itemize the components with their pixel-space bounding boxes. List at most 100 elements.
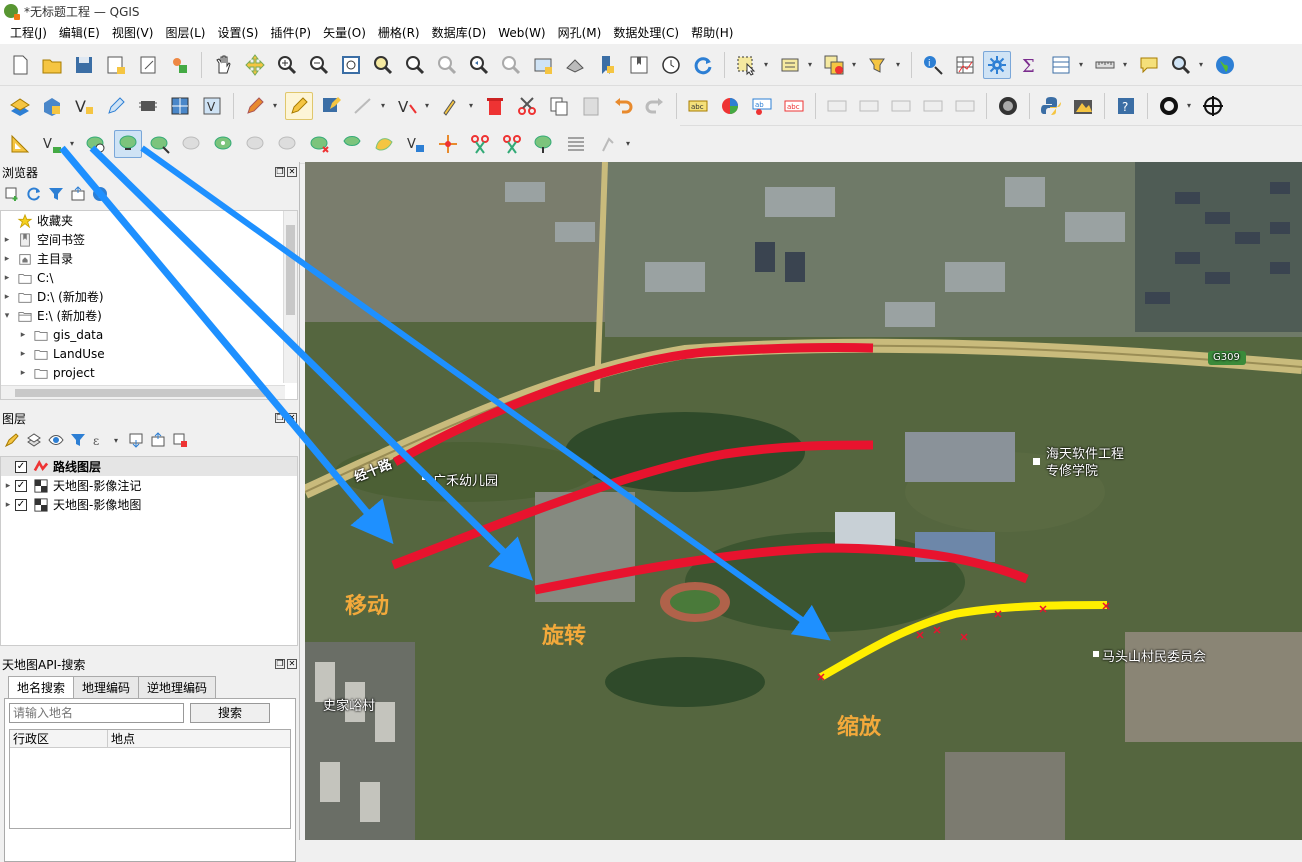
attribute-table-icon[interactable] xyxy=(951,51,979,79)
virtual-layer-icon[interactable]: V xyxy=(198,92,226,120)
fill-ring-icon[interactable] xyxy=(274,130,302,158)
float-icon[interactable]: ❐ xyxy=(275,413,285,423)
filter-icon[interactable] xyxy=(48,186,64,202)
add-line-icon[interactable] xyxy=(349,92,377,120)
open-project-icon[interactable] xyxy=(38,51,66,79)
pan-hand-icon[interactable] xyxy=(209,51,237,79)
close-icon[interactable]: ✕ xyxy=(287,413,297,423)
pan-to-selection-icon[interactable] xyxy=(241,51,269,79)
layer-item-imagery[interactable]: ▸ ✓ 天地图-影像地图 xyxy=(1,495,297,514)
python-console-icon[interactable] xyxy=(1037,92,1065,120)
new-shapefile-icon[interactable]: V xyxy=(70,92,98,120)
zoom-next-icon[interactable] xyxy=(497,51,525,79)
rotate-point-symbols-icon[interactable] xyxy=(594,130,622,158)
menu-raster[interactable]: 栅格(R) xyxy=(372,22,426,44)
menu-processing[interactable]: 数据处理(C) xyxy=(607,22,685,44)
label-toolbar-icon[interactable]: abc xyxy=(684,92,712,120)
globe-icon[interactable] xyxy=(1211,51,1239,79)
tab-reverse-geocode[interactable]: 逆地理编码 xyxy=(138,676,217,698)
float-icon[interactable]: ❐ xyxy=(275,659,285,669)
refresh-icon[interactable] xyxy=(689,51,717,79)
current-edits-icon[interactable] xyxy=(241,92,269,120)
column-district[interactable]: 行政区 xyxy=(10,730,108,747)
search-button[interactable]: 搜索 xyxy=(190,703,270,723)
digitize-pen-icon[interactable] xyxy=(102,92,130,120)
offset-curve-icon[interactable]: V xyxy=(402,130,430,158)
save-edits-icon[interactable] xyxy=(317,92,345,120)
add-part-icon[interactable] xyxy=(242,130,270,158)
advanced-digitizing-icon[interactable] xyxy=(6,130,34,158)
locator-search-icon[interactable] xyxy=(1167,51,1195,79)
tab-geocode[interactable]: 地理编码 xyxy=(73,676,140,698)
zoom-native-icon[interactable] xyxy=(433,51,461,79)
menu-project[interactable]: 工程(J) xyxy=(4,22,53,44)
add-layer-icon[interactable] xyxy=(4,186,20,202)
menu-mesh[interactable]: 网孔(M) xyxy=(552,22,608,44)
gps-icon[interactable] xyxy=(134,92,162,120)
settings-gear-icon[interactable] xyxy=(983,50,1011,79)
filter-expression-icon[interactable]: ε xyxy=(92,432,108,448)
paste-features-icon[interactable] xyxy=(577,92,605,120)
delete-selected-icon[interactable] xyxy=(481,92,509,120)
split-parts-icon[interactable] xyxy=(498,130,526,158)
highlight-labels-icon[interactable]: abc xyxy=(780,92,808,120)
zoom-layer-icon[interactable] xyxy=(401,51,429,79)
select-location-icon[interactable] xyxy=(864,51,892,79)
new-map-view-icon[interactable] xyxy=(529,51,557,79)
remove-layer-icon[interactable] xyxy=(172,432,188,448)
zoom-in-icon[interactable] xyxy=(273,51,301,79)
tree-item-gis-data[interactable]: ▸ gis_data xyxy=(1,325,297,344)
reverse-line-icon[interactable] xyxy=(434,130,462,158)
open-table-icon[interactable] xyxy=(1047,51,1075,79)
label-props-icon[interactable] xyxy=(951,92,979,120)
zoom-selection-icon[interactable] xyxy=(369,51,397,79)
new-bookmark-icon[interactable] xyxy=(593,51,621,79)
delete-part-icon[interactable] xyxy=(338,130,366,158)
layer-checkbox[interactable]: ✓ xyxy=(15,460,27,473)
vertical-scrollbar[interactable] xyxy=(283,211,297,383)
rotate-feature-icon[interactable] xyxy=(82,130,110,158)
deselect-icon[interactable] xyxy=(820,51,848,79)
zoom-last-icon[interactable] xyxy=(465,51,493,79)
view-3d-icon[interactable] xyxy=(994,92,1022,120)
rotate-label-icon[interactable] xyxy=(887,92,915,120)
map-tips-icon[interactable] xyxy=(1135,51,1163,79)
new-geopackage-icon[interactable] xyxy=(38,92,66,120)
redo-icon[interactable] xyxy=(641,92,669,120)
print-layout-icon[interactable] xyxy=(134,51,162,79)
layer-item-route[interactable]: ✓ 路线图层 xyxy=(1,457,297,476)
plugin-icon[interactable] xyxy=(1069,92,1097,120)
scale-feature-icon[interactable] xyxy=(146,130,174,158)
close-icon[interactable]: ✕ xyxy=(287,167,297,177)
tree-item-drive-e[interactable]: ▾ E:\ (新加卷) xyxy=(1,306,297,325)
modify-attributes-icon[interactable] xyxy=(437,92,465,120)
ring-icon[interactable] xyxy=(1155,92,1183,120)
show-hide-labels-icon[interactable] xyxy=(855,92,883,120)
statistics-sigma-icon[interactable]: Σ xyxy=(1015,51,1043,79)
layer-checkbox[interactable]: ✓ xyxy=(15,498,27,511)
refresh-icon[interactable] xyxy=(26,186,42,202)
help-icon[interactable]: ? xyxy=(1112,92,1140,120)
menu-plugins[interactable]: 插件(P) xyxy=(264,22,317,44)
tree-item-home[interactable]: ▸ 主目录 xyxy=(1,249,297,268)
save-project-icon[interactable] xyxy=(70,51,98,79)
temporal-clock-icon[interactable] xyxy=(657,51,685,79)
tree-item-drive-d[interactable]: ▸ D:\ (新加卷) xyxy=(1,287,297,306)
horizontal-scrollbar[interactable] xyxy=(1,385,285,399)
raster-calc-icon[interactable] xyxy=(166,92,194,120)
change-label-icon[interactable] xyxy=(919,92,947,120)
tab-place-search[interactable]: 地名搜索 xyxy=(8,676,75,698)
collapse-all-icon[interactable] xyxy=(70,186,86,202)
tree-item-project[interactable]: ▸ project xyxy=(1,363,297,382)
save-as-icon[interactable] xyxy=(102,51,130,79)
zoom-out-icon[interactable] xyxy=(305,51,333,79)
diagram-icon[interactable] xyxy=(716,92,744,120)
undo-icon[interactable] xyxy=(609,92,637,120)
menu-view[interactable]: 视图(V) xyxy=(106,22,160,44)
move-feature-icon[interactable] xyxy=(114,129,142,158)
merge-features-icon[interactable] xyxy=(530,130,558,158)
collapse-all-icon[interactable] xyxy=(150,432,166,448)
pin-labels-icon[interactable]: ab xyxy=(748,92,776,120)
shape-digitize-icon[interactable]: V xyxy=(38,130,66,158)
menu-edit[interactable]: 编辑(E) xyxy=(53,22,106,44)
